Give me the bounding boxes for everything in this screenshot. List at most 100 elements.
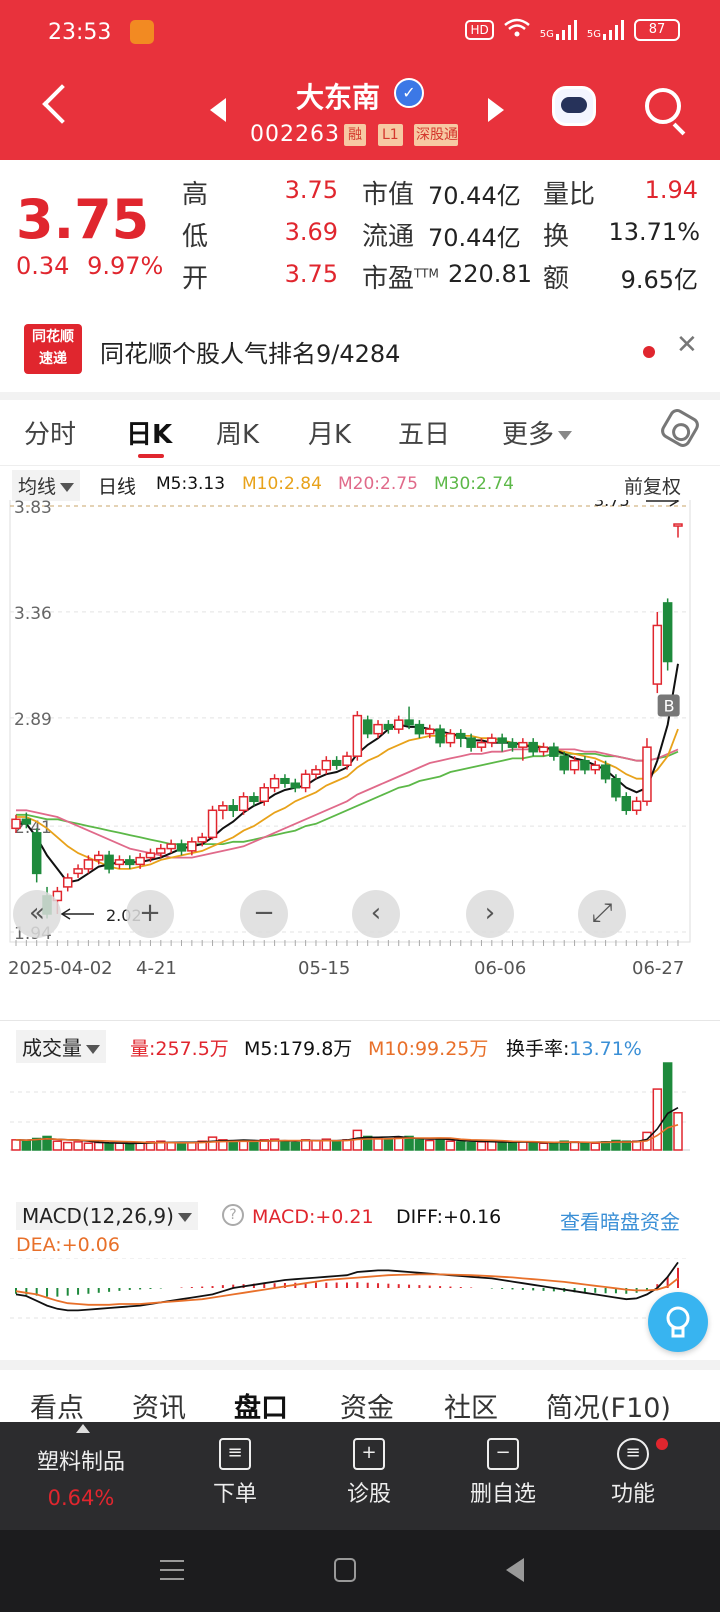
next-stock-icon[interactable]: [488, 98, 504, 122]
tab-daily-k[interactable]: 日K: [126, 414, 172, 451]
tab-community[interactable]: 社区: [444, 1386, 498, 1425]
tab-funds[interactable]: 资金: [340, 1386, 394, 1425]
volume-chart[interactable]: [0, 1062, 720, 1186]
candle-body: [62, 877, 73, 888]
ma-legend: 均线 日线 M5:3.13 M10:2.84 M20:2.75 M30:2.74…: [0, 466, 720, 501]
ma30-value: M30:2.74: [434, 474, 514, 494]
tab-profile[interactable]: 简况(F10): [546, 1386, 671, 1425]
fullscreen-button[interactable]: ⤢: [578, 890, 626, 938]
candle-body: [528, 741, 538, 753]
active-tab-indicator: [138, 454, 164, 458]
zoom-in-button[interactable]: +: [126, 890, 174, 938]
help-icon[interactable]: ?: [222, 1204, 244, 1226]
sim2-label: 5G: [586, 29, 601, 40]
tab-monthly-k[interactable]: 月K: [308, 414, 351, 451]
candle-body: [611, 777, 621, 798]
zoom-out-button[interactable]: −: [240, 890, 288, 938]
back-arrow-icon[interactable]: [42, 84, 82, 124]
tab-intraday[interactable]: 分时: [24, 414, 76, 451]
order-button[interactable]: ≡ 下单: [180, 1438, 290, 1508]
macd-chart[interactable]: [0, 1258, 720, 1358]
turnover-rate-value: 13.71%: [569, 1038, 642, 1060]
volume-bar: [383, 1139, 394, 1151]
float-value: 70.44亿: [428, 224, 521, 252]
candle-body: [662, 602, 673, 663]
remove-watchlist-button[interactable]: − 删自选: [448, 1438, 558, 1508]
stock-code: 002263: [250, 122, 340, 147]
volume-bar: [466, 1141, 476, 1151]
diagnose-button[interactable]: + 诊股: [314, 1438, 424, 1508]
adjust-mode[interactable]: 前复权: [624, 472, 681, 499]
candle-body: [207, 809, 218, 839]
notification-dot: [656, 1438, 668, 1450]
volume-bar: [425, 1139, 435, 1151]
candle-body: [642, 746, 652, 803]
candle-body: [125, 859, 135, 866]
volume-ma5: M5:179.8万: [244, 1038, 353, 1060]
x-tick-label: 06-06: [474, 958, 526, 979]
open-label: 开: [182, 264, 209, 294]
divider: [0, 1020, 720, 1021]
tab-news[interactable]: 资讯: [132, 1386, 186, 1425]
candle-body: [673, 523, 683, 527]
candle-body: [187, 841, 197, 852]
candle-body: [259, 786, 269, 803]
amount-value: 9.65亿: [620, 266, 698, 294]
close-icon[interactable]: ✕: [676, 330, 698, 360]
menu-icon[interactable]: [160, 1560, 184, 1580]
candle-body: [621, 796, 632, 812]
candle-body: [580, 759, 590, 771]
candle-body: [228, 805, 238, 812]
candle-body: [445, 732, 456, 744]
candle-body: [311, 768, 321, 775]
x-tick-label: 06-27: [632, 958, 684, 979]
volume-bar: [528, 1141, 538, 1151]
home-icon[interactable]: [334, 1558, 356, 1582]
lightbulb-icon[interactable]: [648, 1292, 708, 1352]
volume-bar: [373, 1137, 383, 1151]
volume-bar: [125, 1143, 135, 1151]
volume-bar: [11, 1139, 21, 1151]
chevron-down-icon: [86, 1045, 100, 1054]
candle-body: [280, 777, 290, 784]
ma-selector[interactable]: 均线: [12, 470, 81, 501]
candle-body: [218, 805, 228, 812]
candle-body: [156, 847, 166, 854]
tab-orderbook[interactable]: 盘口: [234, 1386, 288, 1425]
search-icon[interactable]: [645, 88, 681, 124]
popularity-banner[interactable]: 同花顺 速递 同花顺个股人气排名9/4284 ✕: [0, 318, 720, 392]
volume-bar: [549, 1141, 559, 1151]
tab-weekly-k[interactable]: 周K: [216, 414, 259, 451]
next-button[interactable]: ›: [466, 890, 514, 938]
candle-body: [73, 868, 83, 875]
macd-selector[interactable]: MACD(12,26,9): [16, 1202, 198, 1230]
prev-stock-icon[interactable]: [210, 98, 226, 122]
tab-highlights[interactable]: 看点: [30, 1386, 84, 1425]
prev-button[interactable]: ‹: [352, 890, 400, 938]
candle-body: [466, 737, 476, 748]
candle-body: [507, 741, 518, 748]
sector-button[interactable]: 塑料制品 0.64%: [16, 1444, 146, 1510]
back-icon[interactable]: [506, 1558, 524, 1582]
tab-more[interactable]: 更多: [502, 414, 573, 451]
vol-ratio-value: 1.94: [644, 176, 698, 204]
pe-label: 市盈TTM: [362, 258, 439, 295]
function-button[interactable]: ≡ 功能: [578, 1438, 688, 1508]
volume-bar: [83, 1142, 94, 1151]
candle-body: [176, 843, 187, 852]
tab-five-day[interactable]: 五日: [398, 414, 450, 451]
candle-body: [135, 856, 145, 866]
ai-robot-icon[interactable]: [552, 86, 596, 126]
volume-selector[interactable]: 成交量: [16, 1030, 106, 1063]
volume-bar: [580, 1141, 590, 1151]
ma20-value: M20:2.75: [338, 474, 418, 494]
turnover-label: 换: [543, 222, 570, 252]
chart-period-tabs: 分时 日K 周K 月K 五日 更多: [0, 400, 720, 466]
low-value: 3.69: [284, 218, 338, 246]
verified-icon: ✓: [394, 78, 424, 108]
chart-frame: [9, 500, 691, 943]
rewind-button[interactable]: «: [13, 890, 61, 938]
y-tick-label: 3.36: [14, 604, 52, 624]
divider: [0, 1360, 720, 1370]
dark-pool-link[interactable]: 查看暗盘资金: [560, 1206, 680, 1235]
